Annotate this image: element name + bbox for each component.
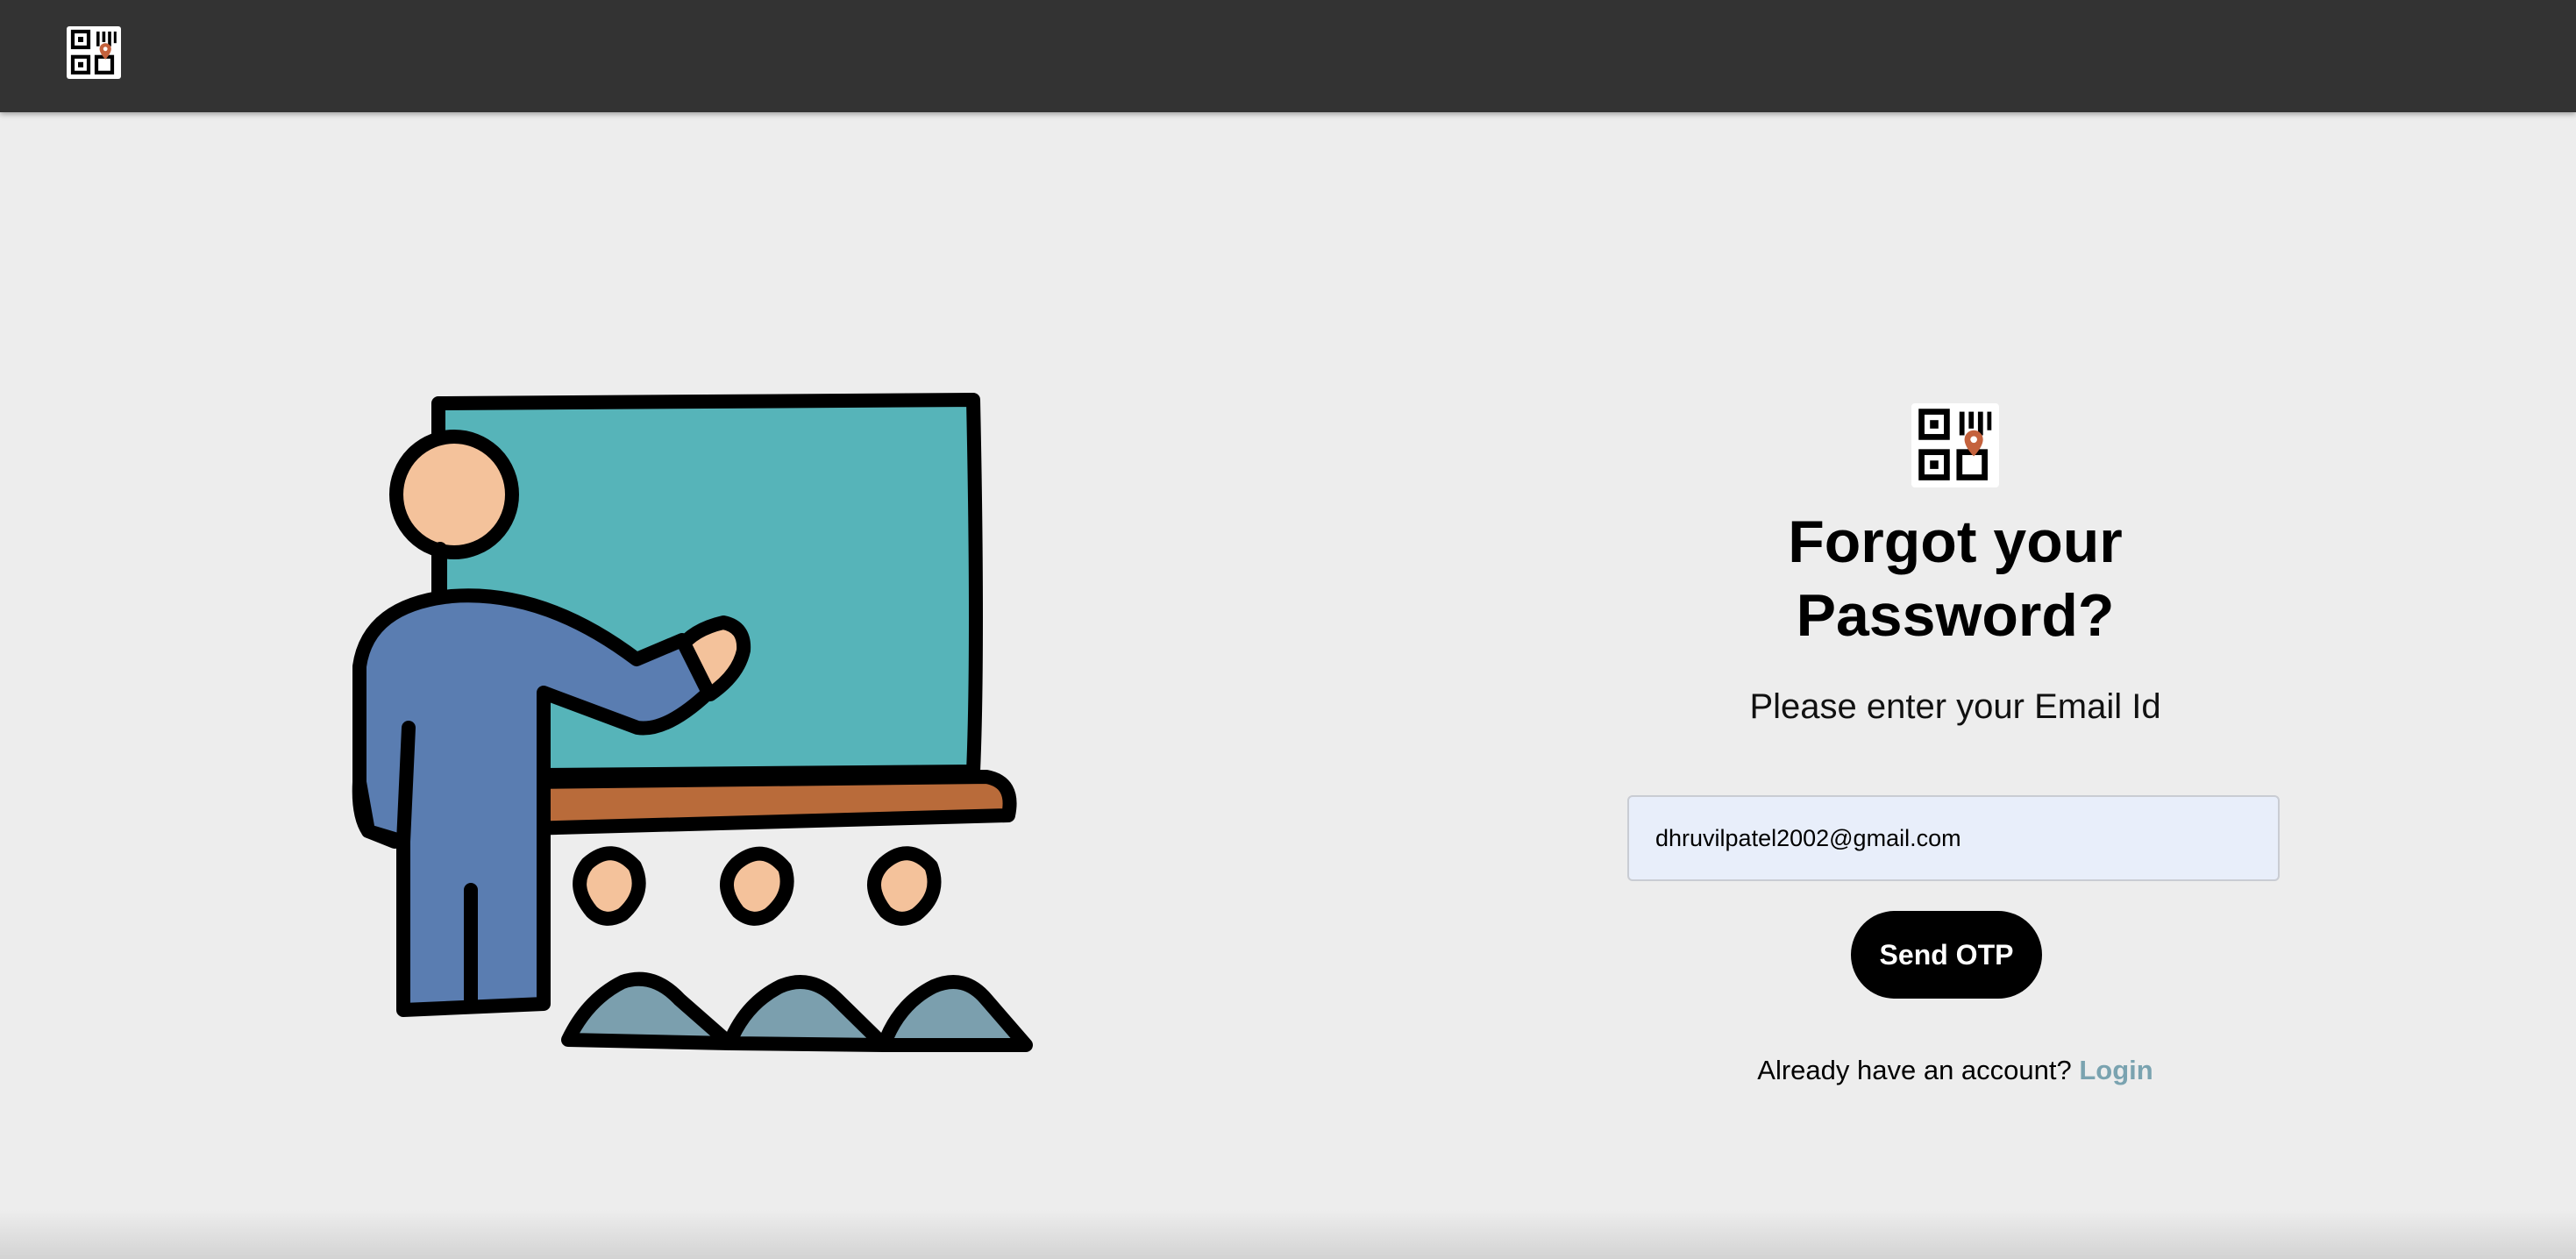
login-prompt-text: Already have an account? xyxy=(1757,1055,2072,1085)
login-link[interactable]: Login xyxy=(2079,1055,2153,1085)
email-input[interactable] xyxy=(1627,795,2280,881)
page-title-line1: Forgot your xyxy=(1788,509,2123,575)
page-title-line2: Password? xyxy=(1796,582,2115,649)
login-prompt: Already have an account? Login xyxy=(1613,1055,2297,1086)
qr-location-logo-icon xyxy=(1911,403,1999,487)
teacher-classroom-illustration xyxy=(333,386,1043,1070)
bottom-shadow xyxy=(0,1210,2576,1259)
email-instruction: Please enter your Email Id xyxy=(1749,687,2161,726)
top-navbar xyxy=(0,0,2576,112)
qr-location-logo-icon[interactable] xyxy=(67,26,121,79)
forgot-password-form: Forgot your Password? Please enter your … xyxy=(1613,403,2297,1086)
send-otp-button[interactable]: Send OTP xyxy=(1851,911,2042,999)
page-title: Forgot your Password? xyxy=(1613,505,2297,652)
